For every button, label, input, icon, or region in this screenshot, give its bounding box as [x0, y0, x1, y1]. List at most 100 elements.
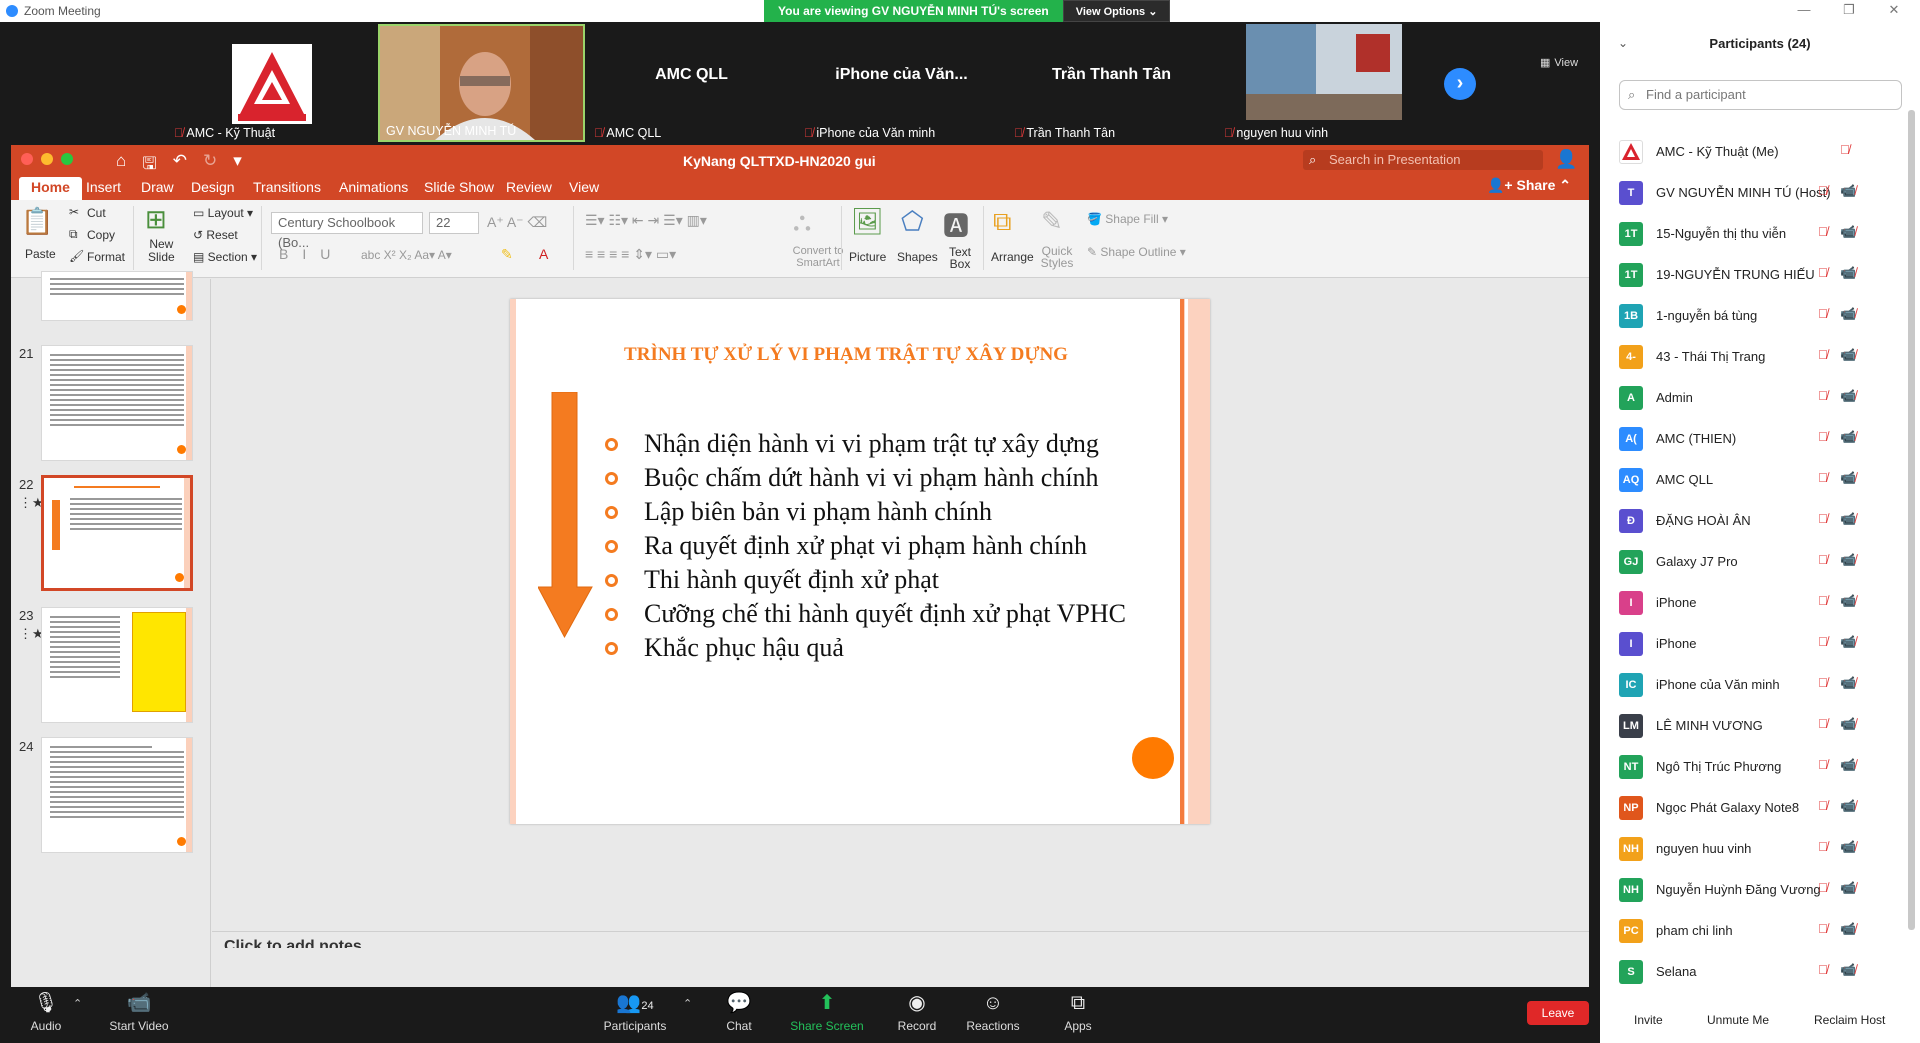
video-off-icon[interactable]: 📹̸	[1840, 634, 1856, 650]
slide-thumbnail-22-selected[interactable]	[41, 475, 193, 591]
video-off-icon[interactable]: 📹̸	[1840, 265, 1856, 281]
leave-button[interactable]: Leave	[1527, 1001, 1589, 1025]
share-button[interactable]: 👤+ Share ⌃	[1487, 177, 1571, 194]
paste-icon[interactable]: 📋	[21, 206, 53, 237]
tab-animations[interactable]: Animations	[339, 177, 408, 200]
video-off-icon[interactable]: 📹̸	[1840, 306, 1856, 322]
video-off-icon[interactable]: 📹̸	[1840, 470, 1856, 486]
mic-muted-icon[interactable]: 🎙̸	[1818, 265, 1828, 280]
tab-view[interactable]: View	[569, 177, 599, 200]
minimize-icon[interactable]: —	[1785, 0, 1823, 22]
video-off-icon[interactable]: 📹̸	[1840, 962, 1856, 978]
mic-muted-icon[interactable]: 🎙̸	[1818, 675, 1828, 690]
customize-icon[interactable]: ▾	[233, 151, 242, 180]
tab-home[interactable]: Home	[19, 177, 82, 200]
mic-muted-icon[interactable]: 🎙̸	[1818, 429, 1828, 444]
participant-row[interactable]: 1T 19-NGUYỄN TRUNG HIẾU 🎙̸ 📹̸	[1600, 255, 1920, 296]
font-family-select[interactable]: Century Schoolbook (Bo...	[271, 212, 423, 250]
shape-fill-button[interactable]: 🪣 Shape Fill ▾	[1087, 212, 1168, 226]
video-off-icon[interactable]: 📹̸	[1840, 552, 1856, 568]
video-tile[interactable]: 🎙̸ AMC - Kỹ Thuật	[168, 24, 375, 142]
close-icon[interactable]: ✕	[1875, 0, 1913, 22]
quick-styles-icon[interactable]: ✎	[1041, 206, 1063, 237]
audio-button[interactable]: 🎙 Audio	[26, 987, 66, 1033]
participant-row[interactable]: NH Nguyễn Huỳnh Đăng Vương 🎙̸ 📹̸	[1600, 870, 1920, 911]
convert-smartart-button[interactable]: Convert to SmartArt	[783, 245, 853, 269]
participants-button[interactable]: 👥24 Participants	[600, 987, 670, 1033]
account-icon[interactable]: 👤	[1555, 149, 1577, 170]
tab-design[interactable]: Design	[191, 177, 235, 200]
unmute-me-button[interactable]: Unmute Me	[1707, 1013, 1769, 1027]
participant-row[interactable]: NP Ngọc Phát Galaxy Note8 🎙̸ 📹̸	[1600, 788, 1920, 829]
tab-draw[interactable]: Draw	[141, 177, 174, 200]
new-slide-icon[interactable]: ⊞	[145, 204, 167, 235]
mic-muted-icon[interactable]: 🎙̸	[1818, 347, 1828, 362]
new-slide-button[interactable]: New Slide	[148, 238, 175, 264]
quick-styles-button[interactable]: Quick Styles	[1037, 245, 1077, 269]
textbox-button[interactable]: Text Box	[945, 246, 975, 270]
mic-muted-icon[interactable]: 🎙̸	[1818, 757, 1828, 772]
ppt-search-input[interactable]: ⌕ Search in Presentation	[1303, 150, 1543, 170]
participant-row[interactable]: GJ Galaxy J7 Pro 🎙̸ 📹̸	[1600, 542, 1920, 583]
mic-muted-icon[interactable]: 🎙̸	[1818, 880, 1828, 895]
maximize-icon[interactable]: ❐	[1830, 0, 1868, 22]
close-dot-icon[interactable]	[21, 153, 33, 165]
font-size-controls-icon[interactable]: A⁺ A⁻ ⌫	[487, 214, 547, 231]
video-off-icon[interactable]: 📹̸	[1840, 388, 1856, 404]
participants-chevron-icon[interactable]: ⌃	[683, 997, 692, 1010]
video-off-icon[interactable]: 📹̸	[1840, 347, 1856, 363]
cut-button[interactable]: Cut	[87, 206, 106, 220]
chat-button[interactable]: 💬 Chat	[719, 987, 759, 1033]
align-icons[interactable]: ≡ ≡ ≡ ≡ ⇕▾ ▭▾	[585, 246, 676, 263]
video-tile[interactable]: iPhone của Văn... 🎙̸ iPhone của Văn minh	[798, 24, 1005, 142]
participant-row[interactable]: T GV NGUYỄN MINH TÚ (Host) 🎙̸ 📹̸	[1600, 173, 1920, 214]
mic-muted-icon[interactable]: 🎙̸	[1818, 962, 1828, 977]
participant-row[interactable]: NH nguyen huu vinh 🎙̸ 📹̸	[1600, 829, 1920, 870]
mic-muted-icon[interactable]: 🎙̸	[1818, 839, 1828, 854]
participant-row[interactable]: 1B 1-nguyễn bá tùng 🎙̸ 📹̸	[1600, 296, 1920, 337]
mic-muted-icon[interactable]: 🎙̸	[1818, 593, 1828, 608]
next-page-button[interactable]: ›	[1444, 68, 1476, 100]
video-off-icon[interactable]: 📹̸	[1840, 880, 1856, 896]
view-options-button[interactable]: View Options ⌄	[1062, 0, 1171, 22]
participant-row[interactable]: S Selana 🎙̸ 📹̸	[1600, 952, 1920, 993]
smartart-icon[interactable]: ⛬	[793, 206, 811, 238]
save-icon[interactable]: 🖫	[142, 151, 156, 180]
share-screen-button[interactable]: ⬆ Share Screen	[789, 987, 865, 1033]
picture-button[interactable]: Picture	[849, 250, 886, 264]
textbox-icon[interactable]: 🅰	[943, 206, 969, 243]
mic-muted-icon[interactable]: 🎙̸	[1818, 306, 1828, 321]
participant-row[interactable]: LM LÊ MINH VƯƠNG 🎙̸ 📹̸	[1600, 706, 1920, 747]
video-off-icon[interactable]: 📹̸	[1840, 224, 1856, 240]
minimize-dot-icon[interactable]	[41, 153, 53, 165]
font-color-icon[interactable]: A	[539, 246, 548, 262]
participant-row[interactable]: Đ ĐẶNG HOÀI ÂN 🎙̸ 📹̸	[1600, 501, 1920, 542]
participant-scrollbar[interactable]	[1908, 110, 1915, 930]
tab-review[interactable]: Review	[506, 177, 552, 200]
redo-icon[interactable]: ↻	[203, 151, 217, 180]
slide-thumbnail-24[interactable]	[41, 737, 193, 853]
mic-muted-icon[interactable]: 🎙̸	[1840, 142, 1850, 157]
highlight-icon[interactable]: ✎	[501, 246, 513, 263]
mic-muted-icon[interactable]: 🎙̸	[1818, 921, 1828, 936]
mic-muted-icon[interactable]: 🎙̸	[1818, 470, 1828, 485]
mic-muted-icon[interactable]: 🎙̸	[1818, 634, 1828, 649]
participant-row[interactable]: IiPhone 🎙̸ 📹̸	[1600, 583, 1920, 624]
start-video-button[interactable]: 📹 Start Video	[104, 987, 174, 1033]
participant-row[interactable]: AMC - Kỹ Thuật (Me) 🎙̸	[1600, 132, 1920, 173]
participant-row[interactable]: 1T 15-Nguyễn thị thu viễn 🎙̸ 📹̸	[1600, 214, 1920, 255]
video-off-icon[interactable]: 📹̸	[1840, 798, 1856, 814]
participant-row[interactable]: IiPhone 🎙̸ 📹̸	[1600, 624, 1920, 665]
arrange-icon[interactable]: ⧉	[993, 206, 1012, 238]
slide-thumbnail-21[interactable]	[41, 345, 193, 461]
slide-22[interactable]: TRÌNH TỰ XỬ LÝ VI PHẠM TRẬT TỰ XÂY DỰNG …	[510, 299, 1210, 824]
shapes-button[interactable]: Shapes	[897, 250, 938, 264]
video-off-icon[interactable]: 📹̸	[1840, 716, 1856, 732]
video-tile-active[interactable]: GV NGUYỄN MINH TÚ	[378, 24, 585, 142]
video-off-icon[interactable]: 📹̸	[1840, 839, 1856, 855]
participant-row[interactable]: PC pham chi linh 🎙̸ 📹̸	[1600, 911, 1920, 952]
format-painter-button[interactable]: Format	[87, 250, 125, 264]
participant-search-input[interactable]: ⌕ Find a participant	[1619, 80, 1902, 110]
video-off-icon[interactable]: 📹̸	[1840, 183, 1856, 199]
undo-icon[interactable]: ↶	[173, 151, 187, 180]
